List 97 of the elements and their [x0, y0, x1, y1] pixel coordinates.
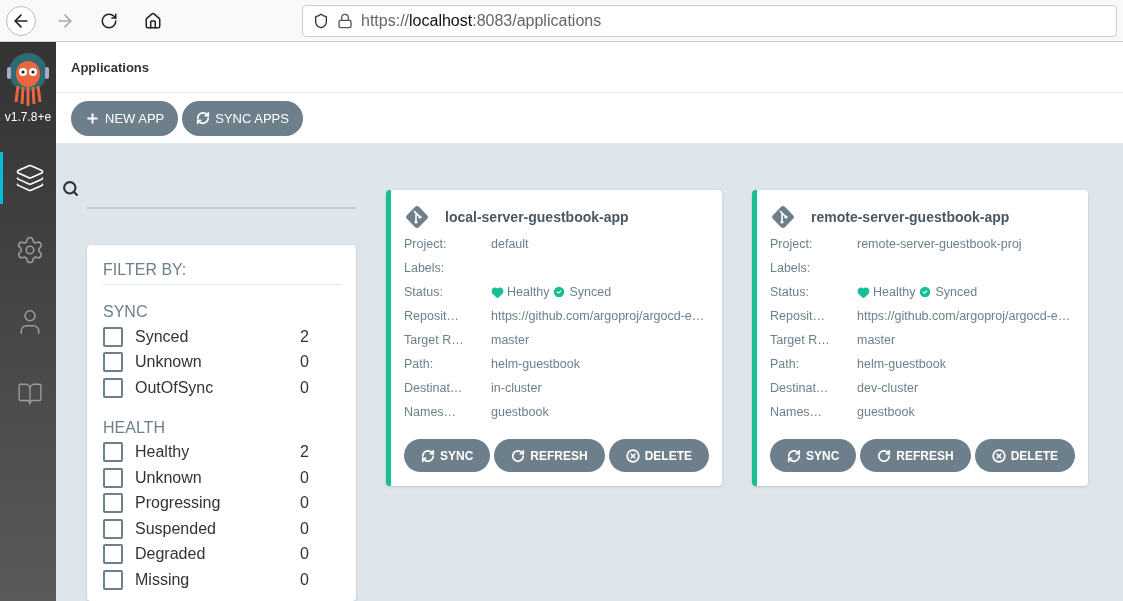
sync-status: Synced: [935, 285, 978, 299]
refresh-icon: [877, 448, 892, 463]
field-value: master: [491, 333, 530, 347]
version-label: v1.7.8+e: [4, 110, 52, 124]
field-label: Status:: [404, 285, 444, 299]
field-value: helm-guestbook: [491, 357, 580, 371]
filter-label: Synced: [135, 327, 190, 346]
close-circle-icon: [991, 448, 1006, 463]
filter-count: 2: [300, 327, 309, 346]
filter-label: OutOfSync: [135, 378, 215, 397]
filter-label: Unknown: [135, 353, 203, 372]
field-label: Destinat…: [770, 381, 830, 395]
field-label: Project:: [770, 237, 814, 251]
app-name[interactable]: local-server-guestbook-app: [445, 209, 629, 225]
field-value: default: [491, 237, 529, 251]
field-value: remote-server-guestbook-proj: [857, 237, 1022, 251]
app-action-button[interactable]: REFRESH: [494, 439, 605, 472]
app-action-button[interactable]: SYNC: [770, 439, 857, 472]
checkbox[interactable]: [103, 493, 123, 514]
checkbox[interactable]: [103, 377, 123, 398]
checkbox[interactable]: [103, 569, 123, 590]
plus-icon: [85, 110, 100, 126]
field-label: Path:: [770, 357, 801, 371]
app-action-button[interactable]: SYNC: [404, 439, 491, 472]
app-action-button[interactable]: DELETE: [608, 439, 710, 472]
field-value: https://github.com/argoproj/argocd-e…: [857, 309, 1071, 323]
check-circle-icon: [552, 285, 567, 299]
heart-icon: [857, 285, 870, 299]
field-label: Target R…: [404, 333, 465, 347]
app-action-button[interactable]: REFRESH: [860, 439, 971, 472]
field-value: https://github.com/argoproj/argocd-e…: [491, 309, 705, 323]
filter-count: 0: [300, 378, 309, 397]
checkbox[interactable]: [103, 544, 123, 565]
field-label: Reposit…: [404, 309, 460, 323]
checkbox[interactable]: [103, 326, 123, 347]
reload-icon: [100, 11, 118, 30]
sync-icon: [787, 448, 801, 463]
check-circle-icon: [918, 285, 933, 299]
health-status: Healthy: [873, 285, 916, 299]
page-title: Applications: [71, 59, 149, 75]
toolbar-button[interactable]: SYNC APPS: [182, 100, 303, 136]
field-label: Reposit…: [770, 309, 826, 323]
home-icon: [144, 11, 162, 30]
sync-icon: [421, 448, 435, 463]
search-icon: [62, 179, 79, 197]
checkbox[interactable]: [103, 518, 123, 539]
filter-label: Progressing: [135, 494, 222, 513]
book-icon: [16, 381, 43, 407]
checkbox[interactable]: [103, 442, 123, 463]
layers-icon: [14, 163, 45, 193]
filter-count: 0: [300, 519, 309, 538]
field-label: Names…: [404, 405, 458, 419]
filter-label: Missing: [135, 570, 191, 589]
field-value: in-cluster: [491, 381, 542, 395]
toolbar-button[interactable]: NEW APP: [71, 100, 179, 136]
sync-icon: [196, 111, 211, 125]
filter-group-title: HEALTH: [103, 418, 166, 437]
field-label: Path:: [404, 357, 435, 371]
shield-icon: [313, 12, 329, 29]
filter-count: 2: [300, 443, 309, 462]
address-bar[interactable]: https://localhost:8083/applications: [302, 4, 1117, 37]
field-label: Target R…: [770, 333, 831, 347]
field-value: helm-guestbook: [857, 357, 946, 371]
filter-count: 0: [300, 353, 309, 372]
filter-count: 0: [300, 570, 309, 589]
sync-status: Synced: [569, 285, 612, 299]
field-label: Labels:: [770, 261, 812, 275]
field-value: guestbook: [491, 405, 549, 419]
field-label: Labels:: [404, 261, 446, 275]
filter-title: FILTER BY:: [103, 261, 341, 285]
field-label: Status:: [770, 285, 810, 299]
filter-label: Degraded: [135, 545, 207, 564]
filter-group-title: SYNC: [103, 303, 149, 321]
health-status: Healthy: [507, 285, 550, 299]
app-name[interactable]: remote-server-guestbook-app: [811, 209, 1010, 225]
field-label: Destinat…: [404, 381, 464, 395]
checkbox[interactable]: [103, 352, 123, 373]
close-circle-icon: [625, 448, 640, 463]
filter-count: 0: [300, 494, 309, 513]
back-button[interactable]: [6, 5, 36, 36]
checkbox[interactable]: [103, 467, 123, 488]
field-label: Names…: [770, 405, 824, 419]
octopus-logo: [6, 52, 50, 108]
filter-count: 0: [300, 545, 309, 564]
filter-label: Unknown: [135, 468, 203, 487]
field-label: Project:: [404, 237, 448, 251]
app-card[interactable]: [386, 190, 722, 486]
refresh-icon: [511, 448, 526, 463]
field-value: dev-cluster: [857, 381, 919, 395]
field-value: master: [857, 333, 896, 347]
field-value: guestbook: [857, 405, 915, 419]
filter-count: 0: [300, 468, 309, 487]
app-action-button[interactable]: DELETE: [974, 439, 1076, 472]
filter-label: Suspended: [135, 519, 217, 538]
heart-icon: [491, 285, 504, 299]
filter-label: Healthy: [135, 443, 191, 462]
app-card[interactable]: [752, 190, 1088, 486]
